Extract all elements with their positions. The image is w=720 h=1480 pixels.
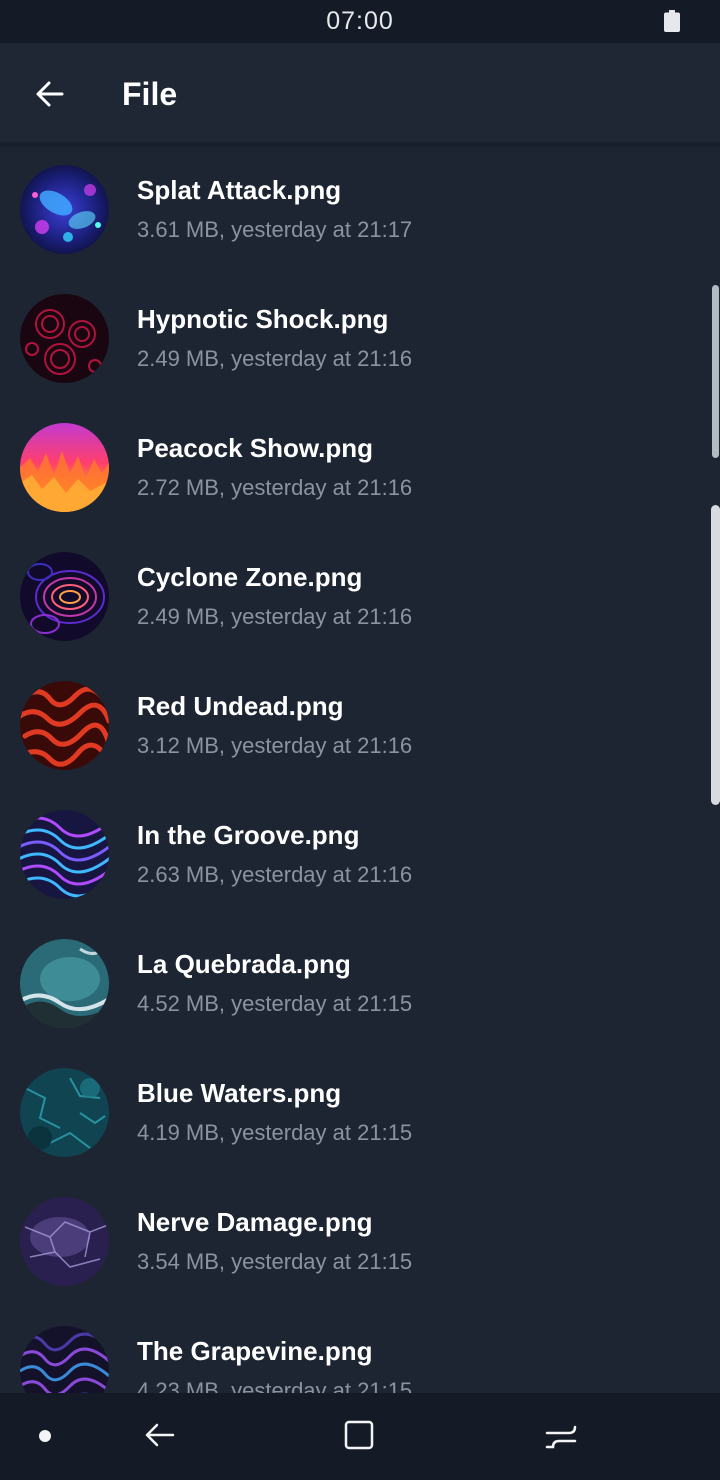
file-meta: 3.12 MB, yesterday at 21:16 [137, 733, 413, 758]
back-arrow-icon [36, 81, 64, 107]
battery-icon [664, 10, 680, 32]
file-meta: 3.54 MB, yesterday at 21:15 [137, 1249, 413, 1274]
file-name: In the Groove.png [137, 820, 360, 850]
nav-home-icon[interactable] [339, 1415, 379, 1455]
scrollbar-thumb[interactable] [711, 505, 720, 805]
status-time: 07:00 [326, 7, 394, 35]
nav-recents-icon[interactable] [541, 1415, 581, 1455]
list-item[interactable]: Nerve Damage.png 3.54 MB, yesterday at 2… [0, 1177, 720, 1306]
list-item[interactable]: Splat Attack.png 3.61 MB, yesterday at 2… [0, 145, 720, 274]
list-item[interactable]: La Quebrada.png 4.52 MB, yesterday at 21… [0, 919, 720, 1048]
file-thumbnail [20, 294, 109, 383]
file-name: The Grapevine.png [137, 1336, 373, 1366]
navigation-bar [0, 1393, 720, 1480]
file-thumbnail [20, 1068, 109, 1157]
nav-dot-indicator [39, 1430, 51, 1442]
file-name: Cyclone Zone.png [137, 562, 363, 592]
list-item[interactable]: Red Undead.png 3.12 MB, yesterday at 21:… [0, 661, 720, 790]
file-thumbnail [20, 1326, 109, 1393]
list-item[interactable]: Hypnotic Shock.png 2.49 MB, yesterday at… [0, 274, 720, 403]
file-name: La Quebrada.png [137, 949, 351, 979]
file-meta: 2.49 MB, yesterday at 21:16 [137, 604, 413, 629]
file-meta: 3.61 MB, yesterday at 21:17 [137, 217, 413, 242]
app-bar: File [0, 43, 720, 144]
file-thumbnail [20, 1197, 109, 1286]
file-meta: 4.23 MB, yesterday at 21:15 [137, 1378, 413, 1393]
list-item[interactable]: In the Groove.png 2.63 MB, yesterday at … [0, 790, 720, 919]
list-item[interactable]: Blue Waters.png 4.19 MB, yesterday at 21… [0, 1048, 720, 1177]
nav-back-icon[interactable] [139, 1415, 179, 1455]
file-thumbnail [20, 552, 109, 641]
list-item[interactable]: Cyclone Zone.png 2.49 MB, yesterday at 2… [0, 532, 720, 661]
file-thumbnail [20, 810, 109, 899]
status-bar: 07:00 [0, 0, 720, 43]
file-meta: 2.49 MB, yesterday at 21:16 [137, 346, 413, 371]
file-meta: 2.63 MB, yesterday at 21:16 [137, 862, 413, 887]
file-thumbnail [20, 939, 109, 1028]
file-meta: 4.52 MB, yesterday at 21:15 [137, 991, 413, 1016]
file-name: Nerve Damage.png [137, 1207, 373, 1237]
file-thumbnail [20, 681, 109, 770]
file-name: Red Undead.png [137, 691, 344, 721]
file-name: Blue Waters.png [137, 1078, 342, 1108]
file-list: Splat Attack.png 3.61 MB, yesterday at 2… [0, 145, 720, 1393]
page-title: File [122, 76, 178, 112]
file-meta: 2.72 MB, yesterday at 21:16 [137, 475, 413, 500]
file-thumbnail [20, 423, 109, 512]
file-name: Hypnotic Shock.png [137, 304, 389, 334]
list-item[interactable]: The Grapevine.png 4.23 MB, yesterday at … [0, 1306, 720, 1393]
file-meta: 4.19 MB, yesterday at 21:15 [137, 1120, 413, 1145]
file-thumbnail [20, 165, 109, 254]
back-button[interactable] [22, 70, 78, 118]
file-name: Peacock Show.png [137, 433, 373, 463]
list-item[interactable]: Peacock Show.png 2.72 MB, yesterday at 2… [0, 403, 720, 532]
scrollbar-track-segment [712, 285, 719, 458]
scrollbar[interactable] [711, 285, 720, 805]
file-name: Splat Attack.png [137, 175, 342, 205]
